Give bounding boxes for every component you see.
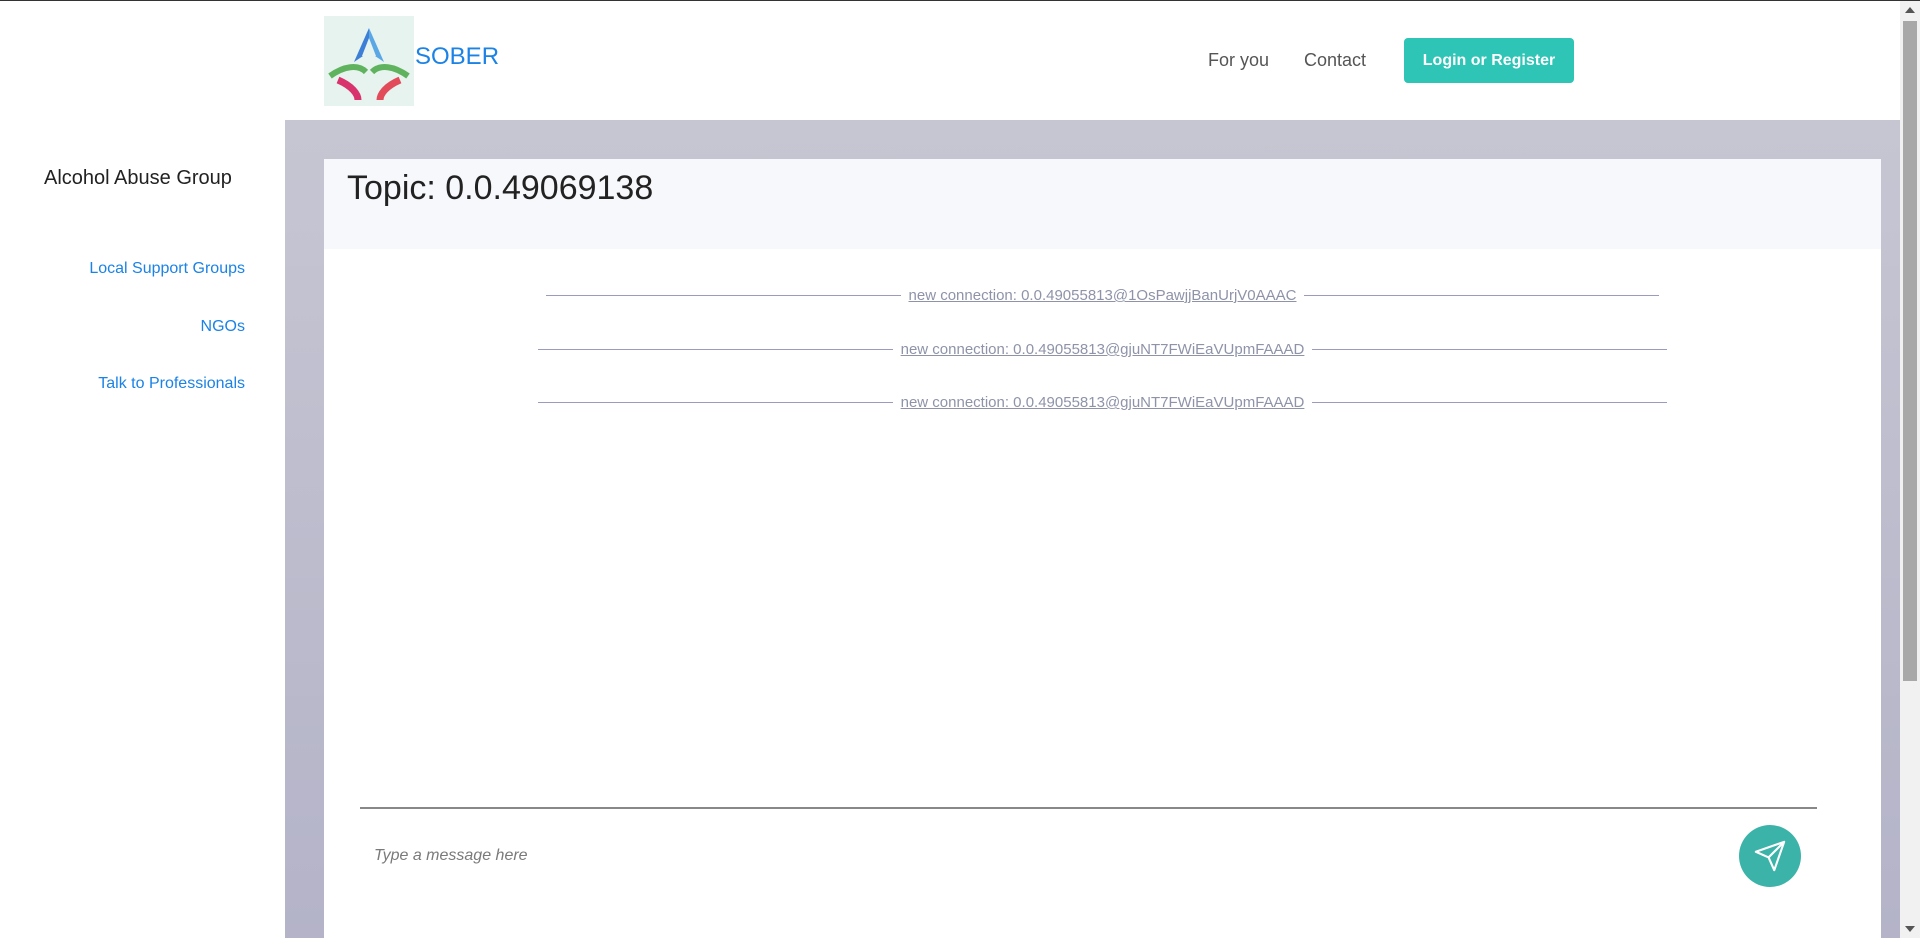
system-message: new connection: 0.0.49055813@gjuNT7FWiEa… [324,394,1881,411]
sidebar-item-local-support-groups[interactable]: Local Support Groups [89,260,245,278]
composer-divider [360,807,1817,809]
system-message: new connection: 0.0.49055813@1OsPawjjBan… [324,287,1881,304]
topic-header: Topic: 0.0.49069138 [324,159,1881,249]
nav-for-you[interactable]: For you [1208,50,1269,71]
send-button[interactable] [1739,825,1801,887]
main-area: Topic: 0.0.49069138 new connection: 0.0.… [285,120,1900,938]
paper-plane-icon [1754,840,1786,872]
page-title: Topic: 0.0.49069138 [347,169,654,207]
site-header: SOBER For you Contact Login or Register [0,1,1900,120]
divider-line [537,349,893,350]
login-register-button[interactable]: Login or Register [1404,38,1574,83]
divider-line [545,295,901,296]
message-input[interactable] [372,839,1676,873]
divider-line [1304,295,1660,296]
scroll-thumb[interactable] [1903,21,1917,681]
system-message-text[interactable]: new connection: 0.0.49055813@gjuNT7FWiEa… [901,341,1305,358]
logo-icon [328,28,410,101]
sidebar-title: Alcohol Abuse Group [44,167,232,189]
divider-line [537,402,893,403]
chat-panel: Topic: 0.0.49069138 new connection: 0.0.… [324,159,1881,938]
system-message-text[interactable]: new connection: 0.0.49055813@gjuNT7FWiEa… [901,394,1305,411]
divider-line [1312,402,1668,403]
brand-name[interactable]: SOBER [415,43,499,71]
logo[interactable] [324,16,414,106]
scroll-up-icon[interactable] [1905,7,1915,13]
sidebar-item-talk-to-professionals[interactable]: Talk to Professionals [98,375,245,393]
divider-line [1312,349,1668,350]
nav-contact[interactable]: Contact [1304,50,1366,71]
system-message-text[interactable]: new connection: 0.0.49055813@1OsPawjjBan… [909,287,1297,304]
page-scrollbar[interactable] [1900,1,1920,938]
scroll-down-icon[interactable] [1905,926,1915,932]
sidebar-item-ngos[interactable]: NGOs [201,318,245,336]
system-message: new connection: 0.0.49055813@gjuNT7FWiEa… [324,341,1881,358]
